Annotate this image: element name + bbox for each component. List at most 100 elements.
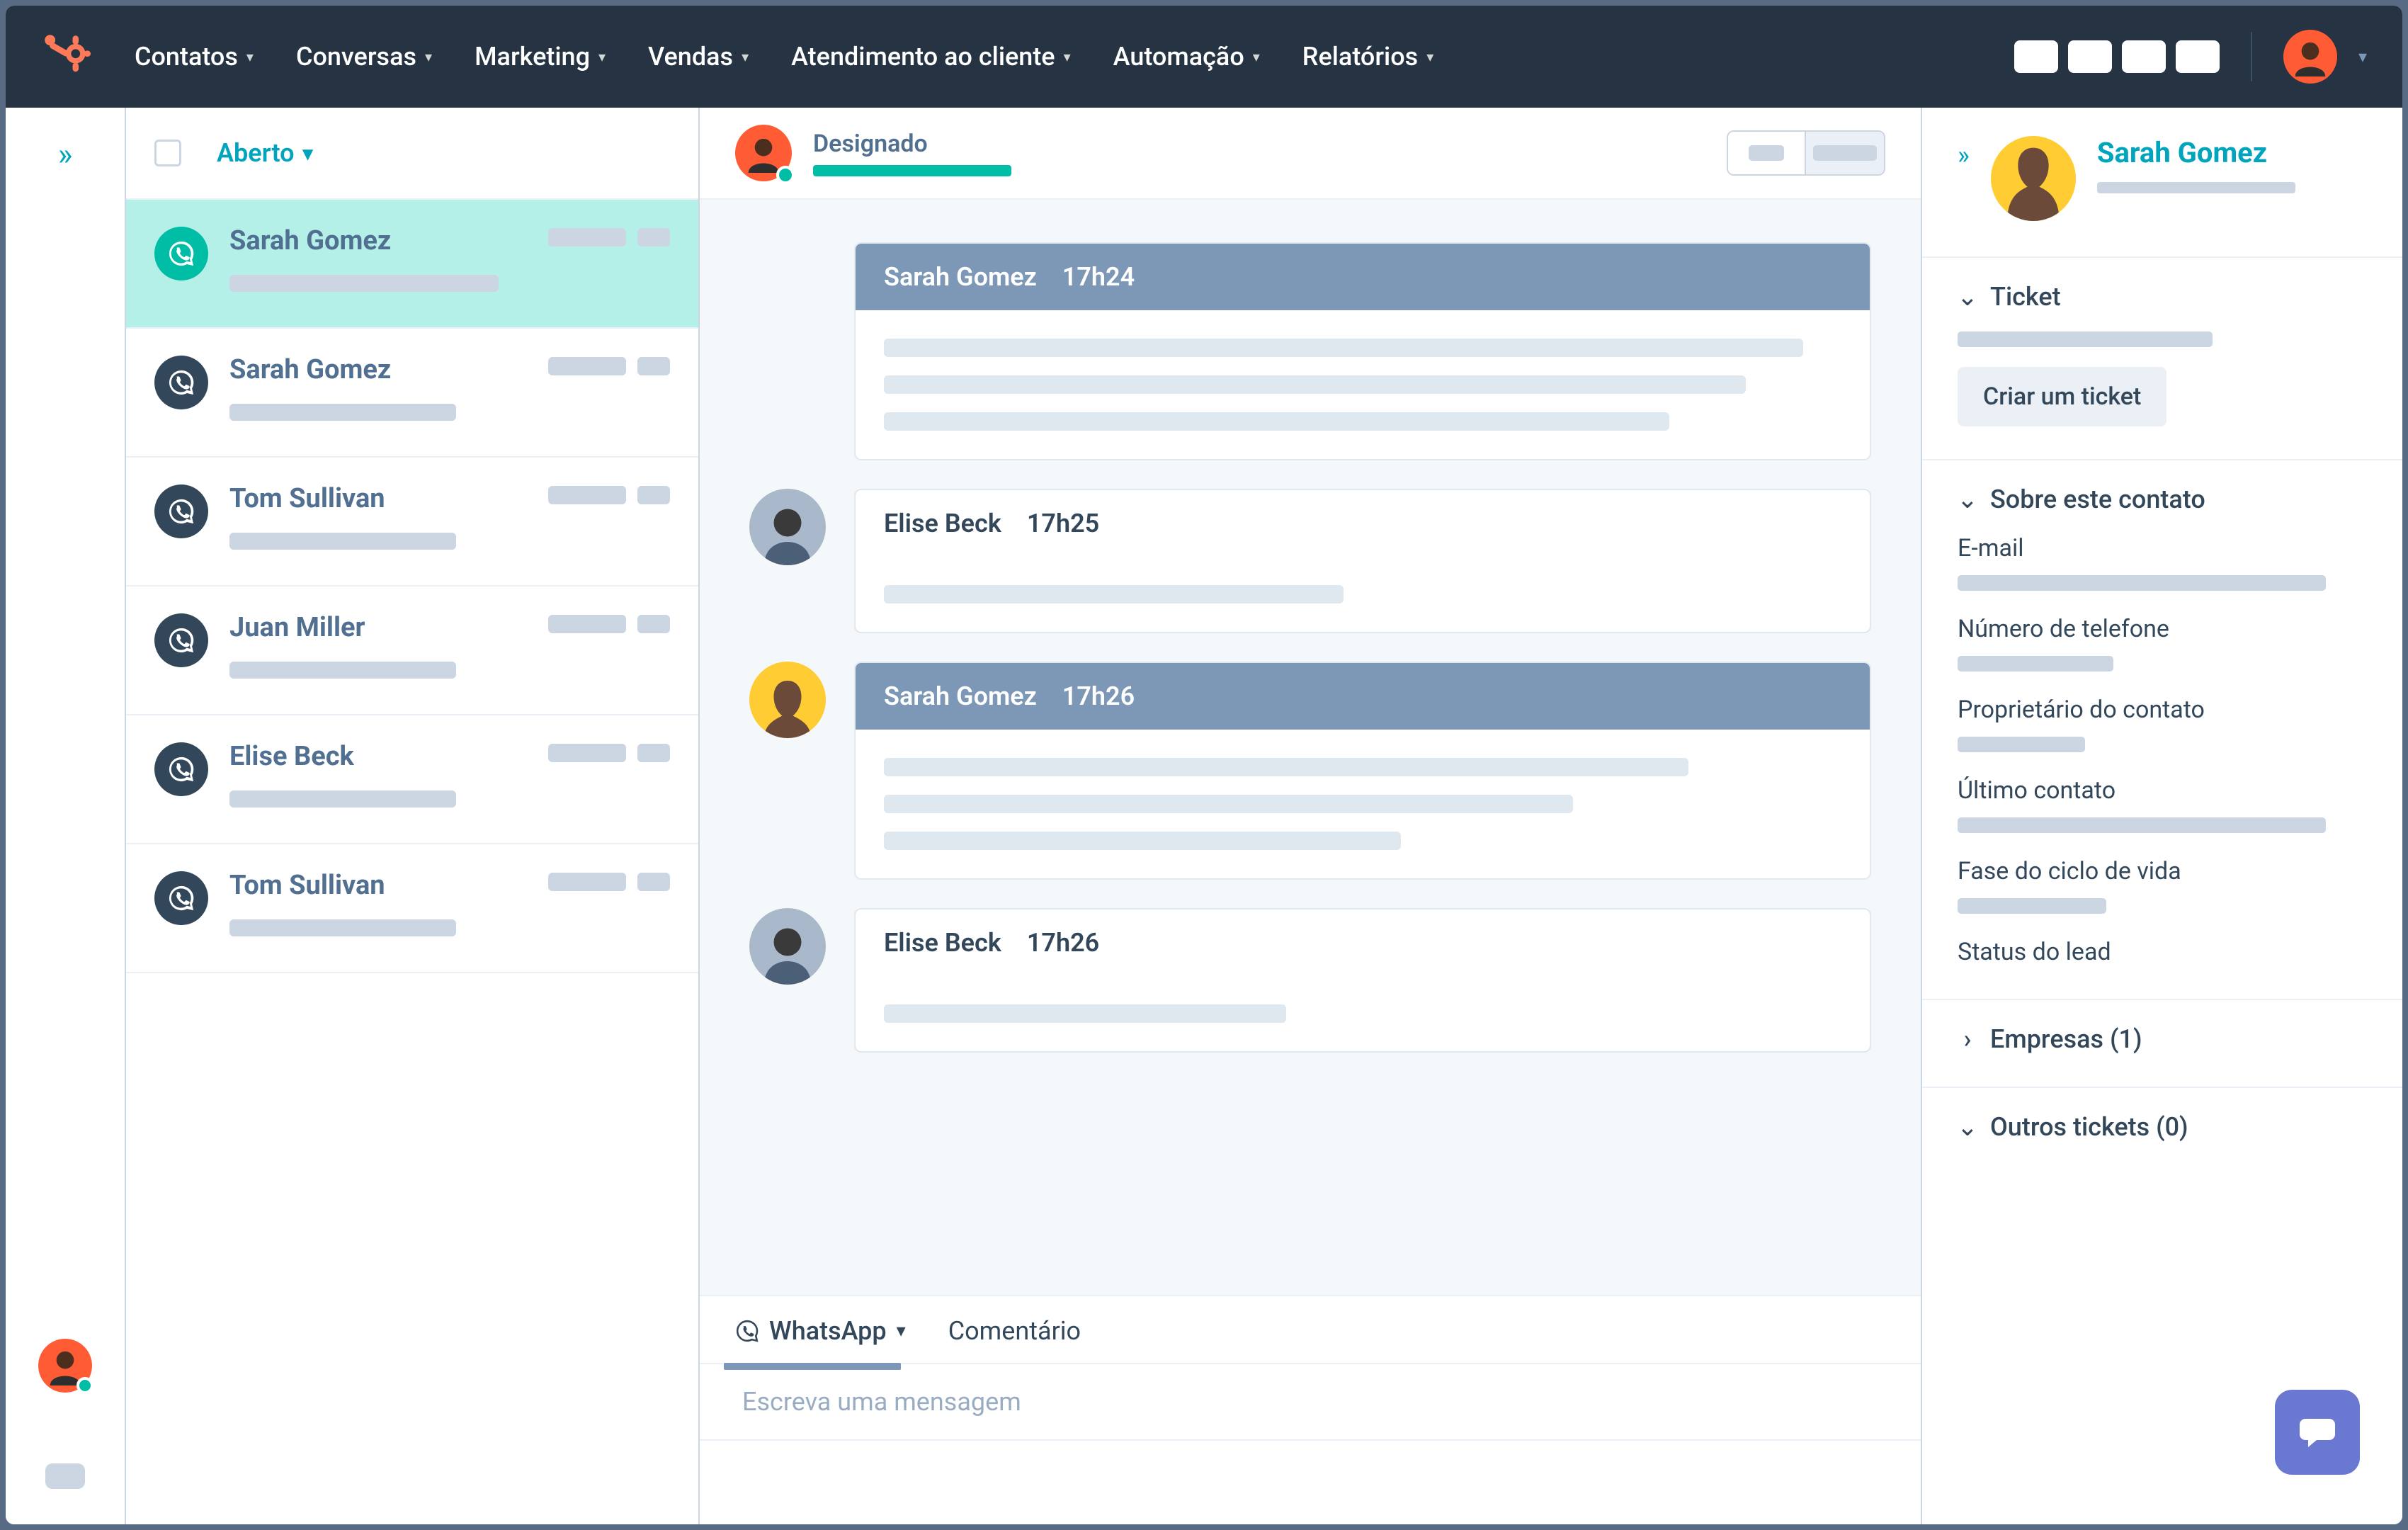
about-section: ⌄ Sobre este contato E-mail Número de te… (1922, 459, 2402, 999)
chevron-down-icon: ▾ (598, 48, 606, 65)
chevron-down-icon: ▾ (1426, 48, 1433, 65)
companies-section-toggle[interactable]: › Empresas (1) (1958, 1024, 2367, 1054)
field-label-owner: Proprietário do contato (1958, 696, 2367, 724)
about-section-toggle[interactable]: ⌄ Sobre este contato (1958, 484, 2367, 514)
nav-relatorios[interactable]: Relatórios▾ (1302, 42, 1433, 72)
divider (2251, 32, 2252, 81)
collapse-sidepanel-icon[interactable]: » (1958, 140, 1970, 170)
message-row: Sarah Gomez17h24 (749, 242, 1871, 460)
account-avatar[interactable] (2283, 30, 2337, 84)
view-toggle-left[interactable] (1728, 132, 1806, 174)
conversation-item[interactable]: Sarah Gomez (126, 329, 698, 458)
assignee-block[interactable]: Designado (813, 130, 1011, 176)
assigned-label: Designado (813, 130, 1011, 158)
message-text-line (884, 412, 1669, 431)
message-bubble: Sarah Gomez17h24 (854, 242, 1871, 460)
message-time: 17h25 (1027, 509, 1099, 538)
expand-rail-icon[interactable]: » (58, 136, 73, 173)
contact-name[interactable]: Sarah Gomez (2097, 136, 2295, 169)
composer-footer (700, 1439, 1921, 1524)
nav-atendimento[interactable]: Atendimento ao cliente▾ (791, 42, 1071, 72)
composer-tab-whatsapp[interactable]: WhatsApp▾ (735, 1316, 906, 1363)
nav-vendas[interactable]: Vendas▾ (648, 42, 749, 72)
conversation-preview (229, 919, 456, 936)
chevron-down-icon: ▾ (1253, 48, 1260, 65)
message-text-line (884, 339, 1803, 357)
status-online-dot (776, 166, 795, 184)
conversation-item[interactable]: Elise Beck (126, 715, 698, 844)
field-label-email: E-mail (1958, 534, 2367, 562)
hubspot-logo[interactable] (41, 31, 92, 82)
message-avatar (749, 489, 826, 565)
message-sender: Elise Beck (884, 509, 1001, 538)
field-label-lead-status: Status do lead (1958, 938, 2367, 966)
assignee-avatar[interactable] (735, 125, 792, 181)
conversation-item[interactable]: Juan Miller (126, 586, 698, 715)
conversation-thread: Designado Sarah Gomez17h24 Elise Beck 17h2… (700, 108, 1921, 1524)
account-menu-caret[interactable]: ▾ (2358, 47, 2367, 67)
nav-action-4[interactable] (2176, 40, 2220, 73)
view-toggle-right[interactable] (1806, 132, 1884, 174)
select-all-checkbox[interactable] (154, 140, 181, 166)
nav-marketing[interactable]: Marketing▾ (475, 42, 606, 72)
conversation-preview (229, 533, 456, 550)
message-text-line (884, 375, 1746, 394)
ticket-section-toggle[interactable]: ⌄ Ticket (1958, 282, 2367, 312)
conversation-list-header: Aberto▾ (126, 108, 698, 200)
status-filter[interactable]: Aberto▾ (217, 138, 313, 168)
contact-subtitle (2097, 182, 2295, 193)
other-tickets-toggle[interactable]: ⌄ Outros tickets (0) (1958, 1112, 2367, 1142)
nav-action-3[interactable] (2122, 40, 2166, 73)
sidepanel-header: » Sarah Gomez (1922, 108, 2402, 256)
message-avatar (749, 662, 826, 738)
nav-items: Contatos▾ Conversas▾ Marketing▾ Vendas▾ … (135, 42, 1433, 72)
rail-user-avatar[interactable] (38, 1339, 92, 1393)
field-value-lifecycle (1958, 898, 2106, 914)
field-value-owner (1958, 737, 2085, 752)
message-bubble: Elise Beck 17h25 (854, 489, 1871, 633)
nav-action-1[interactable] (2014, 40, 2058, 73)
composer-input[interactable]: Escreva uma mensagem (700, 1363, 1921, 1439)
conversation-item[interactable]: Tom Sullivan (126, 458, 698, 586)
conversation-meta (548, 486, 670, 504)
message-sender: Sarah Gomez (884, 681, 1037, 711)
composer-tab-comment[interactable]: Comentário (948, 1316, 1081, 1363)
message-row: Sarah Gomez 17h26 (749, 662, 1871, 880)
conversation-preview (229, 275, 499, 292)
field-label-last-contact: Último contato (1958, 776, 2367, 805)
companies-section: › Empresas (1) (1922, 999, 2402, 1087)
whatsapp-icon (154, 356, 208, 409)
conversation-meta (548, 357, 670, 375)
conversation-list: Aberto▾ Sarah GomezSarah GomezTom Sulliv… (126, 108, 700, 1524)
message-row: Elise Beck 17h25 (749, 489, 1871, 633)
thread-header: Designado (700, 108, 1921, 200)
nav-conversas[interactable]: Conversas▾ (296, 42, 432, 72)
conversation-preview (229, 404, 456, 421)
top-nav: Contatos▾ Conversas▾ Marketing▾ Vendas▾ … (6, 6, 2402, 108)
create-ticket-button[interactable]: Criar um ticket (1958, 367, 2166, 426)
whatsapp-icon (154, 871, 208, 925)
chevron-down-icon: ⌄ (1958, 287, 1977, 307)
nav-automacao[interactable]: Automação▾ (1113, 42, 1260, 72)
nav-contatos[interactable]: Contatos▾ (135, 42, 254, 72)
nav-right: ▾ (2014, 30, 2367, 84)
message-sender: Sarah Gomez (884, 262, 1037, 292)
message-text-line (884, 795, 1573, 813)
whatsapp-icon (154, 613, 208, 667)
conversation-item[interactable]: Tom Sullivan (126, 844, 698, 973)
rail-action[interactable] (45, 1463, 85, 1489)
thread-view-toggle (1727, 130, 1885, 176)
whatsapp-icon (154, 484, 208, 538)
ticket-placeholder (1958, 332, 2213, 347)
contact-avatar[interactable] (1991, 136, 2076, 221)
message-sender: Elise Beck (884, 928, 1001, 958)
message-time: 17h26 (1062, 681, 1135, 711)
other-tickets-section: ⌄ Outros tickets (0) (1922, 1087, 2402, 1174)
whatsapp-icon (735, 1319, 759, 1343)
conversation-item[interactable]: Sarah Gomez (126, 200, 698, 329)
message-avatar (749, 908, 826, 985)
nav-action-2[interactable] (2068, 40, 2112, 73)
active-tab-underline (724, 1363, 901, 1370)
composer-tabs: WhatsApp▾ Comentário (700, 1295, 1921, 1363)
chat-fab[interactable] (2275, 1390, 2360, 1475)
